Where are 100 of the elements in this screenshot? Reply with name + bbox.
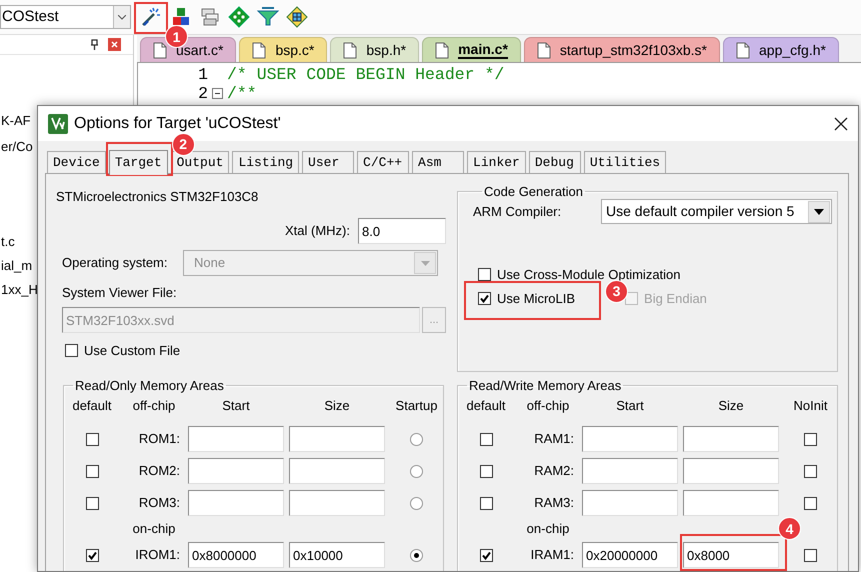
tab[interactable]: Utilities [584, 151, 666, 173]
size-field[interactable] [683, 426, 779, 452]
callout-badge: 1 [165, 25, 188, 48]
line-number: 1 [197, 64, 208, 84]
start-field[interactable]: 0x8000000 [188, 542, 284, 568]
checkbox[interactable] [480, 548, 492, 562]
checkbox[interactable] [804, 432, 817, 446]
checkbox[interactable] [478, 292, 491, 306]
tab[interactable]: Debug [528, 151, 581, 173]
column-header: Startup [394, 398, 438, 415]
size-field[interactable] [289, 458, 385, 484]
checkbox[interactable] [65, 344, 78, 358]
field-label: Operating system: [61, 255, 168, 271]
start-field[interactable] [188, 426, 284, 452]
checkbox-option[interactable]: Use Custom File [63, 341, 182, 361]
tab[interactable]: Asm [412, 151, 464, 173]
tab[interactable]: Target [108, 150, 168, 174]
file-tab[interactable]: startup_stm32f103xb.s* [524, 37, 720, 62]
field-label: ARM Compiler: [473, 204, 562, 220]
chip-icon[interactable] [285, 5, 309, 29]
file-icon [153, 42, 167, 58]
file-icon [343, 42, 358, 58]
column-header: off-chip [132, 398, 176, 415]
checkbox[interactable] [86, 432, 98, 446]
checkbox[interactable] [478, 268, 491, 282]
column-header: Start [615, 398, 645, 415]
radio-button[interactable] [410, 432, 423, 446]
start-field[interactable] [582, 490, 678, 516]
app-icon [48, 114, 68, 134]
section-label: on-chip [526, 522, 570, 536]
size-field[interactable]: 0x8000 [683, 542, 779, 568]
code-text: /* USER CODE BEGIN Header */ [227, 64, 504, 84]
row-label: IRAM1: [530, 547, 575, 563]
tab[interactable]: User [302, 151, 354, 173]
column-header: Size [717, 398, 745, 415]
line-number: 2 [197, 84, 208, 104]
start-field[interactable] [188, 490, 284, 516]
row-label: RAM2: [533, 463, 575, 479]
row-label: RAM3: [533, 495, 575, 511]
radio-button[interactable] [410, 464, 423, 478]
tab[interactable]: Output [170, 151, 230, 173]
size-field[interactable] [683, 490, 779, 516]
project-select[interactable]: COStest [0, 5, 131, 29]
checkbox[interactable] [480, 496, 492, 510]
start-field[interactable] [582, 458, 678, 484]
column-header: Start [221, 398, 251, 415]
size-field[interactable] [683, 458, 779, 484]
row-label: ROM3: [138, 495, 181, 511]
pin-icon[interactable] [90, 39, 99, 50]
checkbox[interactable] [86, 464, 98, 478]
file-icon [252, 42, 266, 58]
callout-badge: 4 [778, 517, 801, 540]
field-label: System Viewer File: [61, 285, 178, 301]
section-label: on-chip [132, 522, 176, 536]
close-icon[interactable] [834, 116, 848, 130]
size-field[interactable] [289, 426, 385, 452]
size-field[interactable] [289, 490, 385, 516]
checkbox[interactable] [804, 496, 817, 510]
size-field[interactable]: 0x10000 [289, 542, 385, 568]
group-title: Read/Only Memory Areas [74, 378, 225, 393]
checkbox[interactable] [804, 548, 817, 562]
column-header: default [465, 398, 507, 415]
file-icon [736, 42, 750, 58]
column-header: off-chip [526, 398, 570, 415]
checkbox[interactable] [480, 464, 492, 478]
row-label: IROM1: [134, 547, 181, 563]
radio-button[interactable] [410, 496, 423, 510]
tab[interactable]: Linker [467, 151, 526, 173]
checkbox[interactable] [804, 464, 817, 478]
file-icon [435, 42, 450, 58]
file-tab[interactable]: bsp.c* [239, 37, 328, 62]
dialog-title: Options for Target 'uCOStest' [74, 114, 282, 134]
start-field[interactable] [582, 426, 678, 452]
start-field[interactable] [188, 458, 284, 484]
compiler-select[interactable]: Use default compiler version 5 [601, 199, 832, 224]
file-tab[interactable]: bsp.h* [330, 37, 420, 62]
group-title: Code Generation [483, 184, 584, 199]
checkbox-option[interactable]: Use MicroLIB [476, 288, 578, 308]
fold-icon[interactable] [212, 88, 223, 99]
diamond-icon[interactable] [227, 5, 251, 29]
file-tab[interactable]: main.c* [422, 37, 521, 62]
code-text: /** [227, 84, 257, 104]
group-title: Read/Write Memory Areas [468, 378, 622, 393]
caret-icon[interactable] [118, 14, 126, 20]
radio-button[interactable] [410, 548, 423, 562]
file-tab[interactable]: app_cfg.h* [723, 37, 839, 62]
device-name: STMicroelectronics STM32F103C8 [56, 189, 260, 205]
field-label: Xtal (MHz): [285, 223, 350, 239]
tab[interactable]: Listing [232, 151, 300, 173]
tab[interactable]: C/C++ [357, 151, 410, 173]
tab[interactable]: Device [47, 151, 106, 173]
checkbox[interactable] [86, 548, 98, 562]
xtal-field[interactable]: 8.0 [358, 218, 446, 244]
start-field[interactable]: 0x20000000 [582, 542, 678, 568]
column-header: NoInit [792, 398, 828, 415]
checkbox[interactable] [86, 496, 98, 510]
checkbox[interactable] [480, 432, 492, 446]
file-icon [536, 42, 551, 58]
caret-icon[interactable] [814, 208, 824, 214]
callout-badge: 3 [605, 280, 628, 303]
